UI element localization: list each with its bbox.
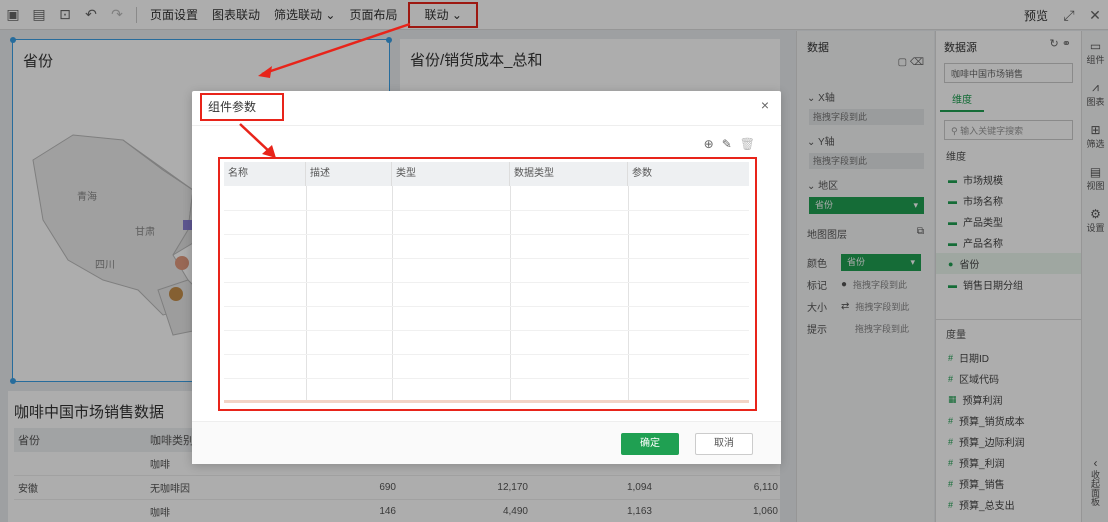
dialog-tools: ⊕ ✎ 🗑 — [704, 137, 755, 151]
col-name: 名称 — [224, 162, 306, 186]
close-icon[interactable]: × — [761, 97, 769, 113]
row-line — [224, 282, 749, 283]
component-params-dialog: 组件参数 × ⊕ ✎ 🗑 名称 描述 类型 数据类型 参数 确定 取消 — [192, 91, 781, 464]
row-line — [224, 330, 749, 331]
add-icon[interactable]: ⊕ — [704, 137, 714, 151]
dialog-footer — [192, 421, 781, 464]
col-type: 类型 — [392, 162, 510, 186]
row-line — [224, 258, 749, 259]
col-desc: 描述 — [306, 162, 392, 186]
edit-icon[interactable]: ✎ — [722, 137, 732, 151]
divider — [192, 125, 781, 126]
col-divider — [628, 186, 629, 400]
dialog-title: 组件参数 — [200, 93, 284, 121]
col-datatype: 数据类型 — [510, 162, 628, 186]
row-line — [224, 306, 749, 307]
delete-icon[interactable]: 🗑 — [740, 137, 755, 151]
row-line — [224, 378, 749, 379]
row-line — [224, 210, 749, 211]
params-grid: 名称 描述 类型 数据类型 参数 — [218, 157, 757, 411]
grid-header: 名称 描述 类型 数据类型 参数 — [224, 162, 749, 186]
row-line — [224, 234, 749, 235]
grid-scrollbar[interactable] — [224, 400, 749, 403]
col-divider — [510, 186, 511, 400]
col-param: 参数 — [632, 168, 652, 179]
row-line — [224, 354, 749, 355]
confirm-button[interactable]: 确定 — [621, 433, 679, 455]
col-divider — [392, 186, 393, 400]
col-divider — [306, 186, 307, 400]
cancel-button[interactable]: 取消 — [695, 433, 753, 455]
grid-body — [224, 186, 749, 400]
